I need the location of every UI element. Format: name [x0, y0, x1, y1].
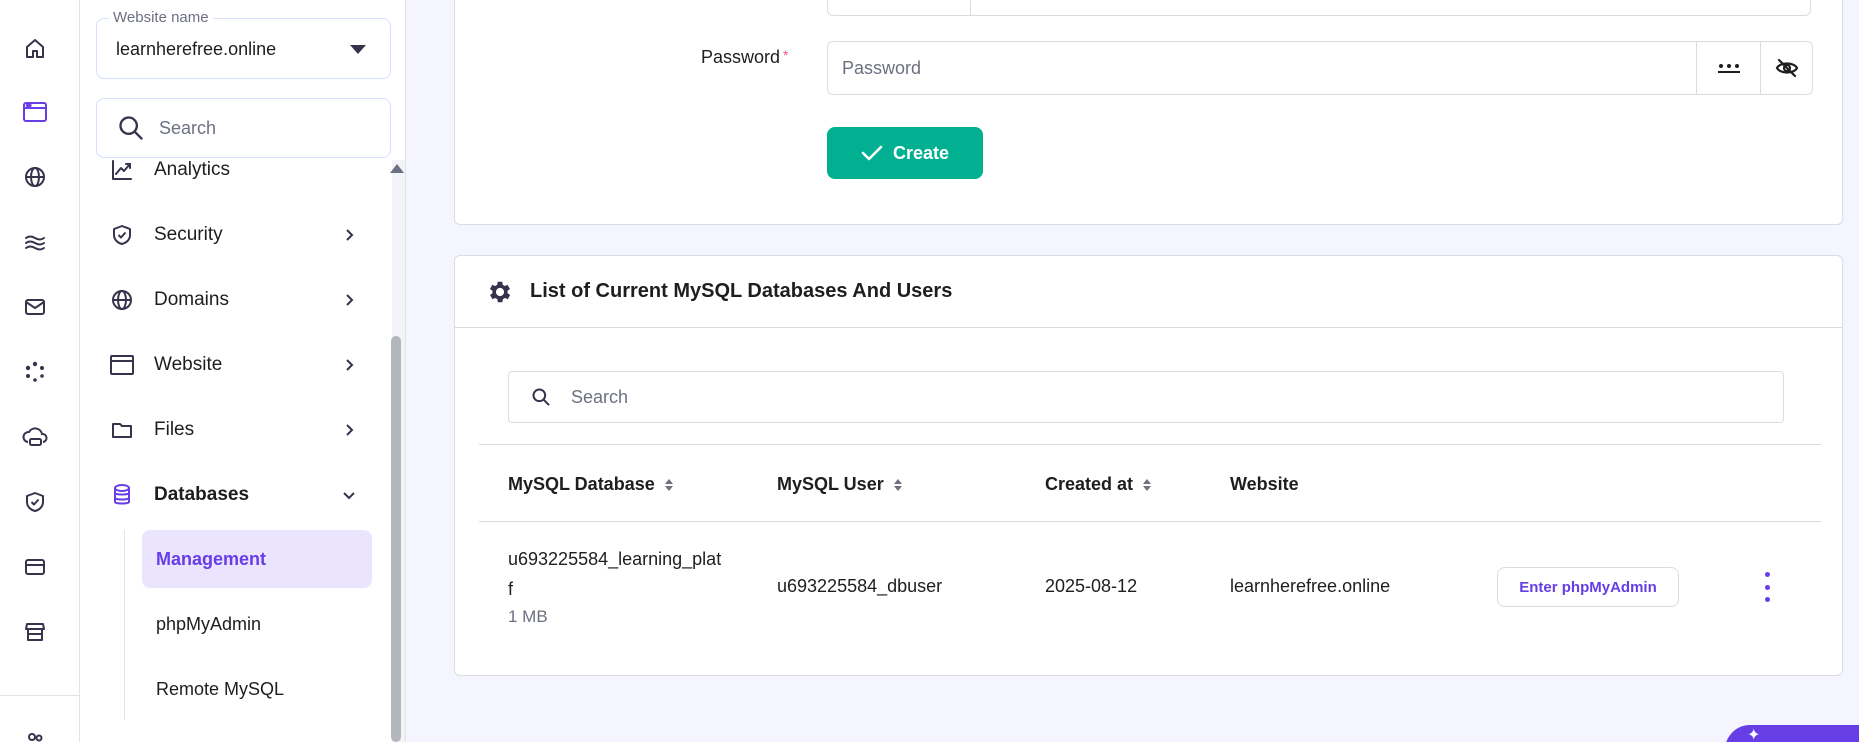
- website-name-value: learnherefree.online: [116, 39, 277, 59]
- chart-icon: [108, 156, 136, 184]
- search-icon: [119, 116, 143, 140]
- databases-list-card: List of Current MySQL Databases And User…: [454, 255, 1843, 676]
- column-header-created-at[interactable]: Created at: [1045, 474, 1152, 495]
- enter-phpmyadmin-button[interactable]: Enter phpMyAdmin: [1497, 567, 1679, 607]
- generate-password-button[interactable]: [1696, 42, 1760, 94]
- database-name-field[interactable]: [827, 0, 1811, 16]
- sidebar-item-label: Domains: [154, 289, 229, 310]
- created-at-cell: 2025-08-12: [1045, 576, 1138, 596]
- cloud-hosting-icon[interactable]: [22, 424, 48, 450]
- password-field: [827, 41, 1813, 95]
- sidebar-item-analytics[interactable]: Analytics: [108, 148, 358, 192]
- column-header-label: MySQL Database: [508, 474, 655, 494]
- sidebar-item-files[interactable]: Files: [108, 408, 358, 452]
- sidebar-scroll-thumb[interactable]: [391, 336, 401, 742]
- required-marker: *: [783, 47, 789, 63]
- sparkle-icon: ✦: [1747, 727, 1761, 742]
- folder-icon: [108, 416, 136, 444]
- checkmark-icon: [861, 145, 883, 161]
- scroll-up-arrow-icon[interactable]: [390, 164, 404, 173]
- billing-card-icon[interactable]: [22, 554, 48, 580]
- sidebar-item-label: Analytics: [154, 159, 231, 180]
- loader-icon[interactable]: [22, 359, 48, 385]
- sidebar-subitem-remote-mysql[interactable]: Remote MySQL: [142, 660, 372, 718]
- search-icon: [532, 388, 550, 406]
- toggle-password-visibility-button[interactable]: [1760, 42, 1812, 94]
- sort-icon: [893, 478, 902, 491]
- chevron-right-icon: [340, 358, 358, 372]
- hosting-layers-icon[interactable]: [22, 229, 48, 255]
- sidebar-item-domains[interactable]: Domains: [108, 278, 358, 322]
- more-options-icon[interactable]: [1761, 572, 1773, 602]
- website-name-select[interactable]: Website name learnherefree.online: [96, 9, 391, 79]
- chevron-right-icon: [340, 423, 358, 437]
- domains-globe-icon[interactable]: [22, 164, 48, 190]
- create-database-card: Password * Create: [454, 0, 1843, 225]
- sidebar-item-label: Databases: [154, 484, 250, 505]
- sidebar-subitem-phpmyadmin[interactable]: phpMyAdmin: [142, 595, 372, 653]
- sidebar-item-security[interactable]: Security: [108, 213, 358, 257]
- password-label: Password *: [701, 47, 788, 68]
- submenu-guide-line: [124, 530, 125, 720]
- chevron-right-icon: [340, 293, 358, 307]
- chevron-right-icon: [340, 228, 358, 242]
- websites-icon[interactable]: [22, 99, 48, 125]
- chevron-down-icon: [350, 45, 366, 54]
- password-input[interactable]: [828, 42, 1696, 94]
- home-icon[interactable]: [22, 36, 48, 62]
- email-icon[interactable]: [22, 294, 48, 320]
- sidebar-item-label: Files: [154, 419, 195, 440]
- sidebar-item-label: Website: [154, 354, 223, 375]
- website-name-legend: Website name: [109, 9, 213, 26]
- sort-icon: [664, 478, 673, 491]
- password-dots-icon: [1717, 64, 1740, 73]
- store-icon[interactable]: [22, 619, 48, 645]
- database-size-cell: 1 MB: [508, 607, 548, 626]
- chevron-down-icon: [340, 490, 358, 500]
- chat-assistant-button[interactable]: ✦: [1725, 725, 1859, 742]
- column-header-label: Website: [1230, 474, 1299, 494]
- column-header-mysql-database[interactable]: MySQL Database: [508, 474, 673, 495]
- browser-window-icon: [108, 351, 136, 379]
- databases-list-title: List of Current MySQL Databases And User…: [530, 280, 953, 302]
- users-icon[interactable]: [22, 728, 48, 742]
- sort-icon: [1143, 478, 1152, 491]
- password-label-text: Password: [701, 47, 781, 67]
- gear-icon: [486, 278, 514, 306]
- column-header-mysql-user[interactable]: MySQL User: [777, 474, 902, 495]
- website-cell: learnherefree.online: [1230, 576, 1391, 596]
- database-icon: [108, 481, 136, 509]
- rail-divider: [0, 695, 80, 696]
- databases-search-input[interactable]: [571, 386, 1671, 408]
- create-button[interactable]: Create: [827, 127, 983, 179]
- sidebar-item-databases[interactable]: Databases: [108, 473, 358, 517]
- sidebar-item-label: Security: [154, 224, 223, 245]
- databases-list-header: List of Current MySQL Databases And User…: [455, 256, 1842, 328]
- column-header-label: Created at: [1045, 474, 1134, 494]
- mysql-user-cell: u693225584_dbuser: [777, 576, 943, 596]
- create-button-label: Create: [892, 142, 950, 163]
- field-separator: [970, 0, 971, 16]
- database-name-cell: u693225584_learning_platf: [508, 549, 722, 599]
- security-shield-icon[interactable]: [22, 489, 48, 515]
- sidebar-subitem-management[interactable]: Management: [142, 530, 372, 588]
- table-divider: [479, 521, 1821, 522]
- eye-off-icon: [1775, 58, 1798, 78]
- shield-icon: [108, 221, 136, 249]
- column-header-label: MySQL User: [777, 474, 884, 494]
- sidebar: Website name learnherefree.online Analyt…: [80, 0, 406, 742]
- sidebar-search-input[interactable]: [159, 117, 379, 139]
- databases-search: [508, 371, 1784, 423]
- table-divider: [479, 444, 1821, 445]
- column-header-website: Website: [1230, 474, 1299, 495]
- sidebar-item-website[interactable]: Website: [108, 343, 358, 387]
- globe-icon: [108, 286, 136, 314]
- icon-rail: [0, 0, 80, 742]
